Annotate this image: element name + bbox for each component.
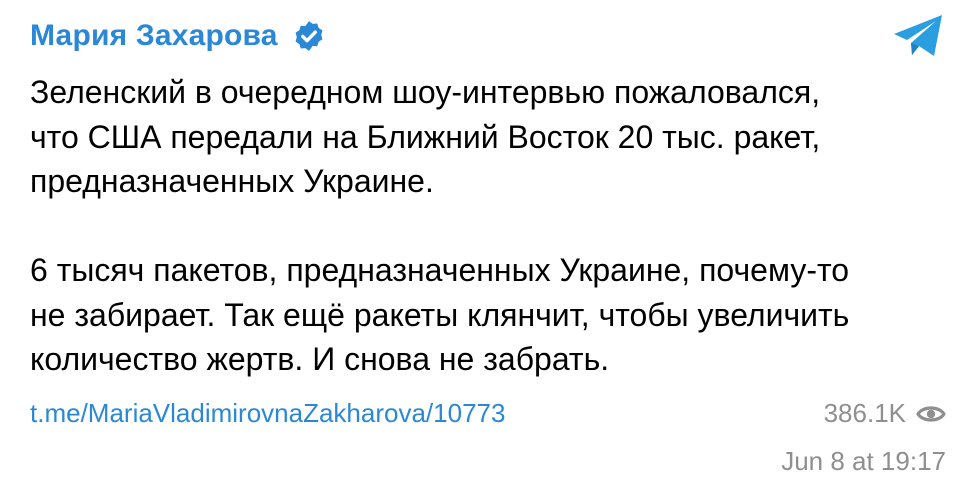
telegram-logo-icon bbox=[894, 15, 942, 56]
post-text: Зеленский в очередном шоу-интервью пожал… bbox=[30, 70, 960, 382]
post-line: количество жертв. И снова не забрать. bbox=[30, 341, 610, 377]
post-link[interactable]: t.me/MariaVladimirovnaZakharova/10773 bbox=[30, 398, 505, 429]
view-count: 386.1K bbox=[824, 398, 946, 429]
post-line: 6 тысяч пакетов, предназначенных Украине… bbox=[30, 252, 850, 288]
view-count-value: 386.1K bbox=[823, 398, 906, 428]
post-line: не забирает. Так ещё ракеты клянчит, что… bbox=[30, 296, 850, 333]
post-date: Jun 8 at 19:17 bbox=[781, 446, 946, 476]
post-line: что США передали на Ближний Восток 20 ты… bbox=[30, 118, 821, 155]
eye-icon bbox=[916, 405, 946, 422]
telegram-post: Мария Захарова Зеленский в очередном шоу… bbox=[0, 0, 972, 494]
post-line: предназначенных Украине. bbox=[30, 163, 434, 199]
post-header: Мария Захарова bbox=[30, 14, 326, 58]
verified-badge-icon bbox=[295, 21, 323, 51]
post-line: Зеленский в очередном шоу-интервью пожал… bbox=[30, 74, 821, 110]
author-name[interactable]: Мария Захарова bbox=[30, 19, 278, 53]
